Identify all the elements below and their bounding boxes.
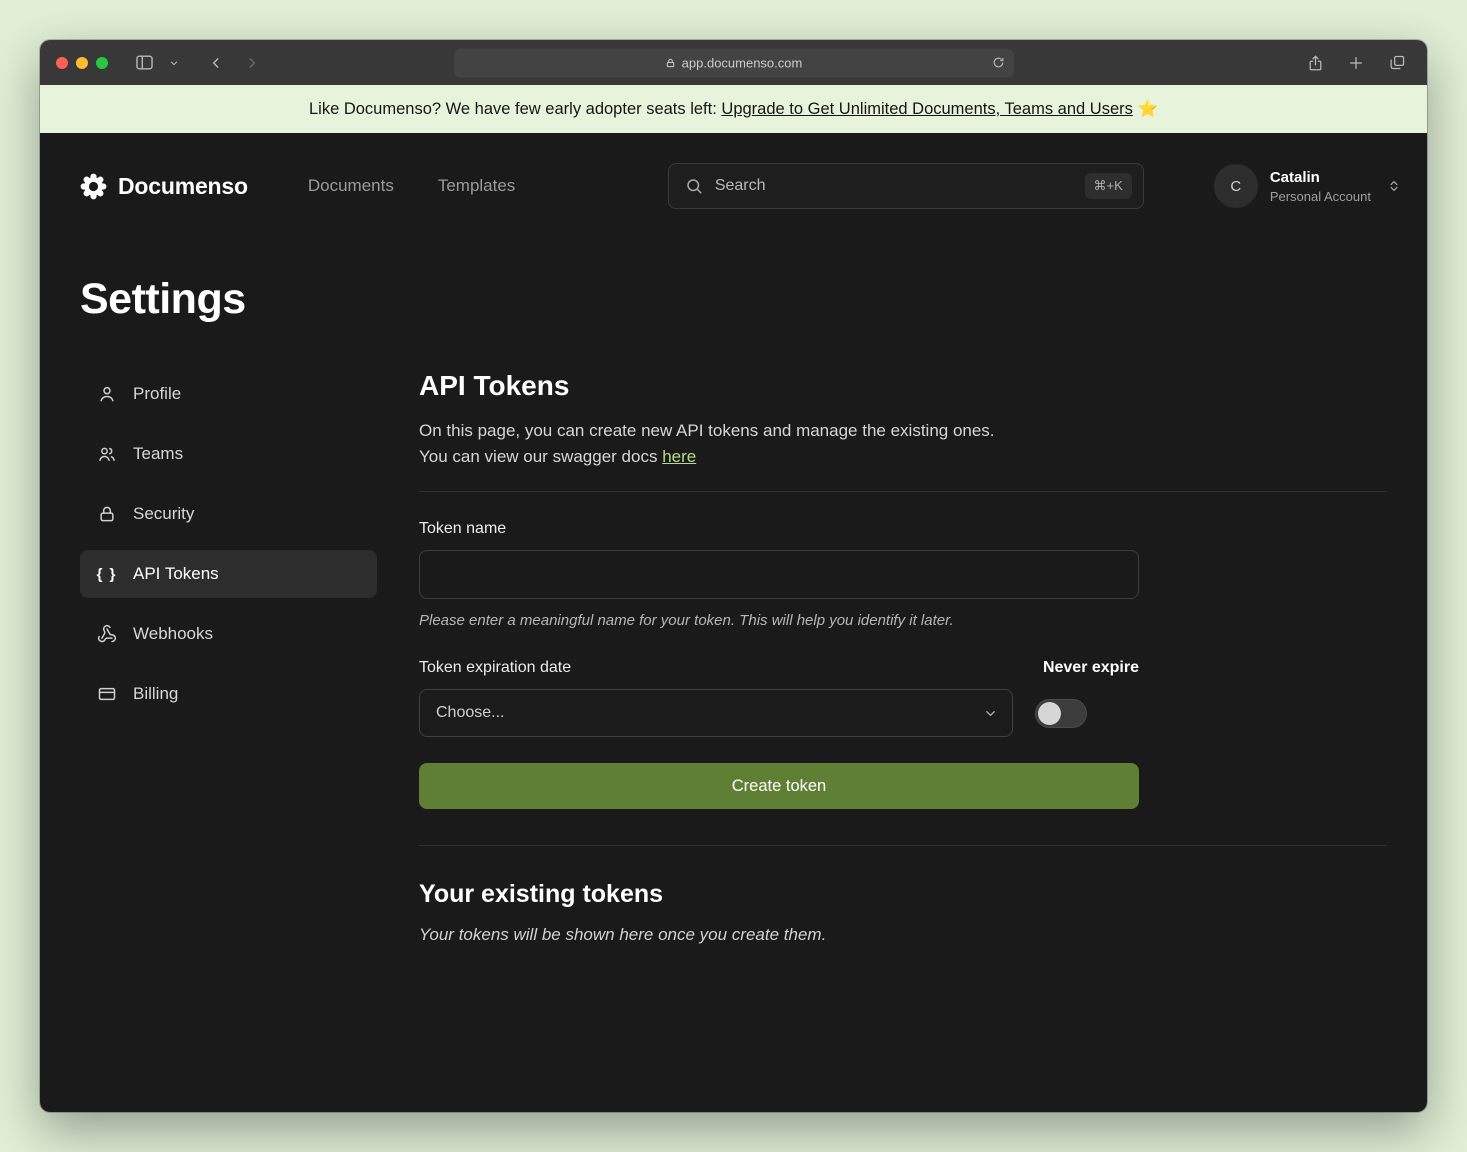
address-bar[interactable]: app.documenso.com [454,48,1014,77]
sidebar-item-label: Security [133,504,194,524]
search-input[interactable]: Search ⌘+K [668,163,1144,209]
sidebar-item-billing[interactable]: Billing [80,670,377,718]
create-token-button[interactable]: Create token [419,763,1139,809]
browser-window: app.documenso.com Like Documenso? We hav… [40,40,1427,1112]
sidebar-item-api-tokens[interactable]: { } API Tokens [80,550,377,598]
token-name-input[interactable] [419,550,1139,599]
upgrade-link[interactable]: Upgrade to Get Unlimited Documents, Team… [721,100,1132,118]
sidebar-item-security[interactable]: Security [80,490,377,538]
settings-sidebar: Profile Teams Security { } API Token [80,370,377,718]
person-icon [96,384,118,404]
description-line-1: On this page, you can create new API tok… [419,421,995,440]
chevron-up-down-icon [1387,178,1401,194]
sidebar-item-label: Billing [133,684,178,704]
sidebar-item-label: Webhooks [133,624,213,644]
never-expire-toggle[interactable] [1035,699,1087,728]
sidebar-item-label: Teams [133,444,183,464]
address-url: app.documenso.com [682,55,803,70]
main-nav: Documents Templates [308,176,515,196]
sidebar-item-profile[interactable]: Profile [80,370,377,418]
traffic-lights [56,57,108,69]
settings-content: Profile Teams Security { } API Token [40,324,1427,945]
nav-templates[interactable]: Templates [438,176,515,196]
credit-card-icon [96,684,118,704]
user-name: Catalin [1270,169,1371,187]
token-name-help: Please enter a meaningful name for your … [419,612,1387,629]
expiration-label: Token expiration date [419,659,571,677]
account-type: Personal Account [1270,189,1371,204]
token-name-label: Token name [419,520,1387,538]
back-button[interactable] [202,49,230,77]
expiration-labels-row: Token expiration date Never expire [419,659,1139,677]
toggle-knob [1038,702,1061,725]
sidebar-item-label: API Tokens [133,564,219,584]
chevron-down-icon [983,706,998,721]
sidebar-toggle-icon[interactable] [130,49,158,77]
new-tab-icon[interactable] [1342,49,1370,77]
forward-button[interactable] [238,49,266,77]
zoom-window-button[interactable] [96,57,108,69]
close-window-button[interactable] [56,57,68,69]
search-icon [685,177,703,195]
description-line-2: You can view our swagger docs [419,447,662,466]
sidebar-item-label: Profile [133,384,181,404]
section-title: API Tokens [419,370,1387,402]
divider [419,845,1387,846]
avatar: C [1214,164,1258,208]
token-expiration-select[interactable]: Choose... [419,689,1013,737]
browser-toolbar: app.documenso.com [40,40,1427,85]
never-expire-label: Never expire [1043,659,1139,677]
curly-braces-icon: { } [96,566,118,583]
existing-tokens-title: Your existing tokens [419,880,1387,909]
documenso-app: Documenso Documents Templates Search ⌘+K… [40,133,1427,1112]
select-value: Choose... [436,704,504,722]
minimize-window-button[interactable] [76,57,88,69]
documenso-logo-icon [80,173,107,200]
promo-banner: Like Documenso? We have few early adopte… [40,85,1427,133]
existing-tokens-empty-state: Your tokens will be shown here once you … [419,925,1387,945]
people-icon [96,444,118,464]
tls-lock-icon [665,57,676,68]
sidebar-item-webhooks[interactable]: Webhooks [80,610,377,658]
divider [419,491,1387,492]
search-placeholder: Search [715,177,1073,195]
app-header: Documenso Documents Templates Search ⌘+K… [40,133,1427,209]
reload-icon[interactable] [992,56,1005,69]
sidebar-item-teams[interactable]: Teams [80,430,377,478]
api-tokens-panel: API Tokens On this page, you can create … [419,370,1387,945]
search-shortcut-badge: ⌘+K [1085,173,1132,199]
promo-text: Like Documenso? We have few early adopte… [309,100,721,118]
lock-icon [96,504,118,524]
expiration-controls-row: Choose... [419,689,1139,737]
nav-documents[interactable]: Documents [308,176,394,196]
avatar-initial: C [1230,178,1241,195]
share-icon[interactable] [1301,49,1329,77]
section-description: On this page, you can create new API tok… [419,418,1387,469]
tab-group-chevron-icon[interactable] [160,49,188,77]
webhook-icon [96,624,118,644]
documenso-logo[interactable]: Documenso [80,173,248,200]
account-menu[interactable]: C Catalin Personal Account [1214,164,1401,208]
star-emoji: ⭐ [1137,100,1158,118]
tab-overview-icon[interactable] [1383,49,1411,77]
swagger-docs-link[interactable]: here [662,447,696,466]
brand-name: Documenso [118,173,248,200]
page-title: Settings [80,275,1427,324]
